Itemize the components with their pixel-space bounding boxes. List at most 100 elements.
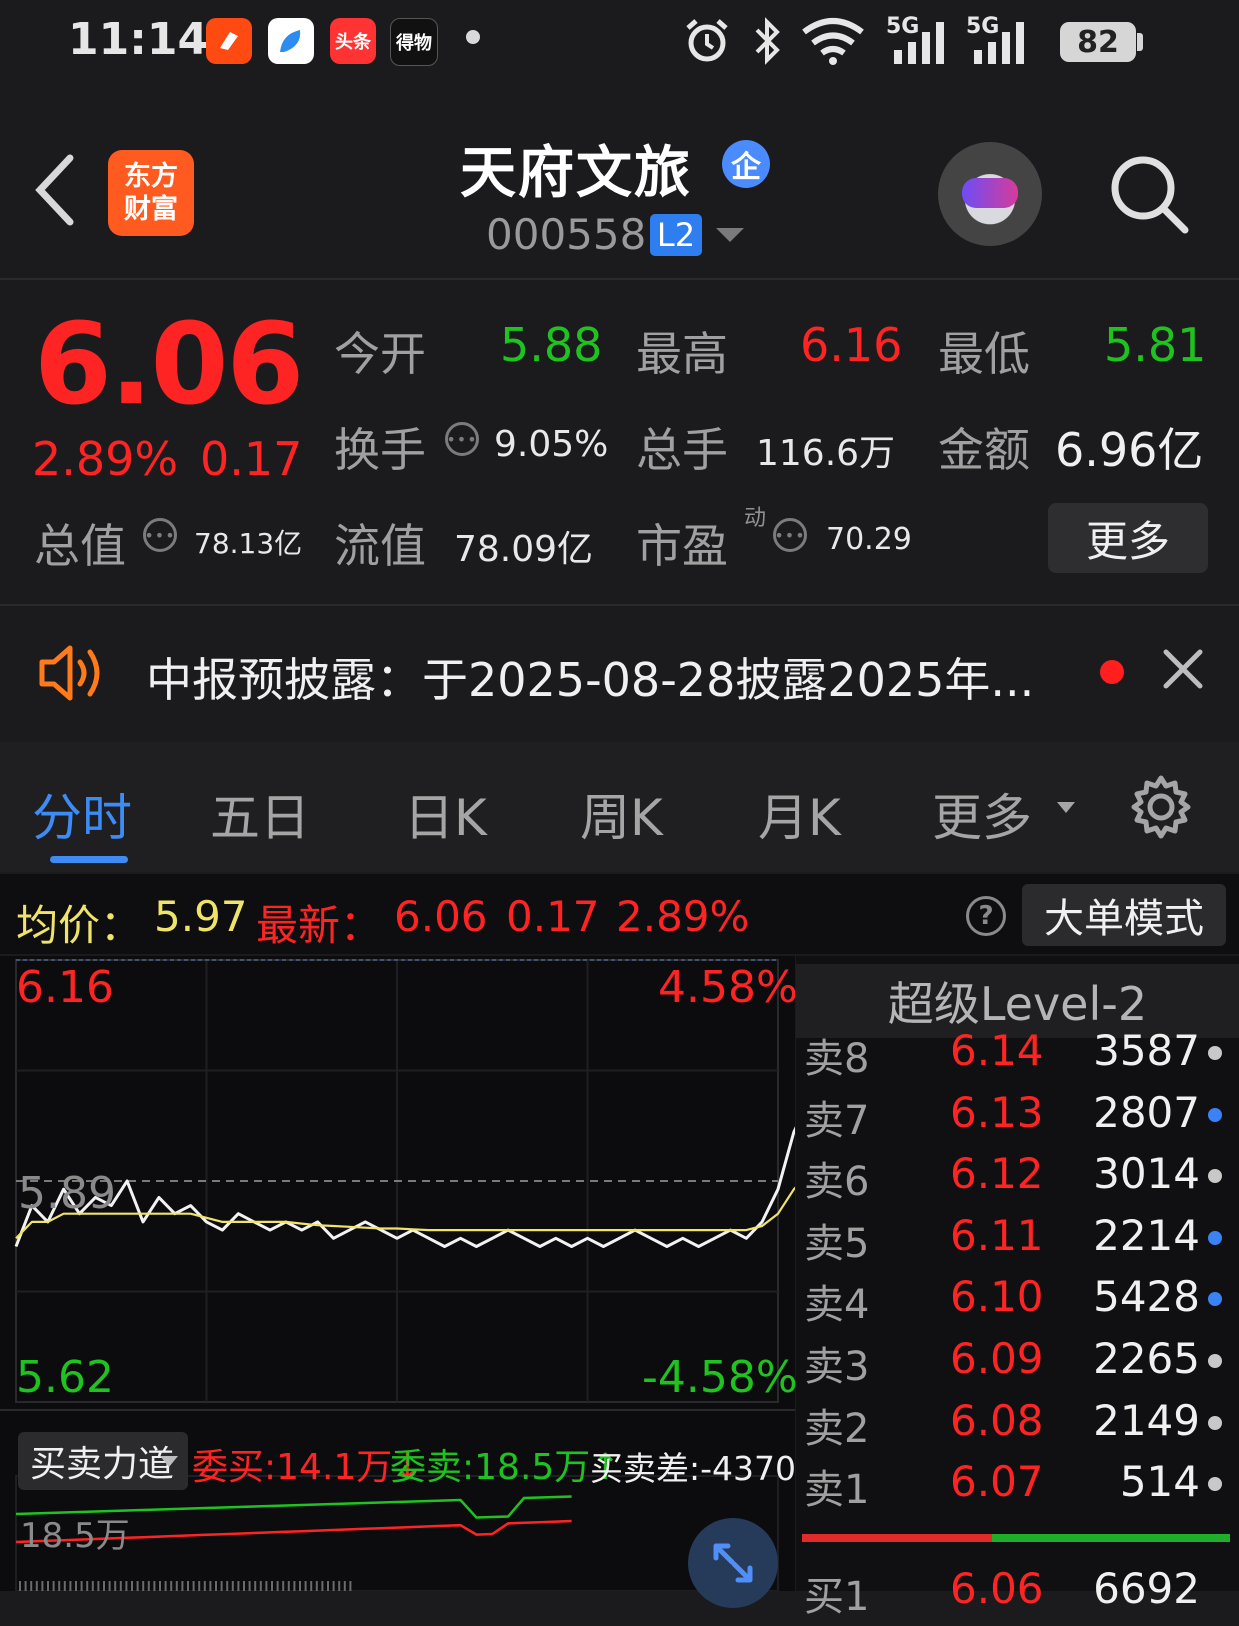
- stock-name[interactable]: 天府文旅: [460, 128, 692, 209]
- unread-dot-icon: [1100, 660, 1124, 684]
- latest-label: 最新：: [256, 901, 383, 950]
- ask-level-price: 6.08: [950, 1395, 1044, 1445]
- tab-monthly-k[interactable]: 月K: [758, 778, 841, 850]
- dewu-app-icon: 得物: [390, 18, 438, 66]
- y-axis-preclose-label: 5.89: [18, 1168, 116, 1219]
- order-book-ask-row[interactable]: 卖7 6.13 2807: [800, 1088, 1230, 1150]
- order-flag-dot-icon: [1208, 1169, 1222, 1184]
- order-book-ask-row[interactable]: 卖4 6.10 5428: [800, 1272, 1230, 1334]
- order-flag-dot-icon: [1208, 1354, 1222, 1368]
- tab-weekly-k[interactable]: 周K: [580, 778, 663, 850]
- volume-value: 116.6万: [756, 433, 896, 474]
- latest-percent: 2.89%: [616, 892, 750, 941]
- tab-intraday[interactable]: 分时: [32, 778, 132, 850]
- order-book-ask-row[interactable]: 卖8 6.14 3587: [800, 1026, 1230, 1088]
- brand-line-1: 东方: [124, 161, 178, 192]
- pe-label: 市盈: [636, 519, 728, 573]
- y-axis-high-label: 6.16: [16, 962, 114, 1013]
- ask-level-volume: 3587: [1093, 1026, 1200, 1075]
- tab-daily-k[interactable]: 日K: [404, 778, 487, 850]
- mini-chart-label: 18.5万: [20, 1516, 130, 1556]
- y-axis-high-pct-label: 4.58%: [658, 962, 798, 1013]
- ask-level-volume: 5428: [1093, 1272, 1200, 1322]
- bid-level-volume: 6692: [1093, 1564, 1200, 1613]
- force-select-label: 买卖力道: [30, 1444, 175, 1485]
- divider: [0, 278, 1239, 280]
- big-order-mode-button[interactable]: 大单模式: [1022, 884, 1226, 946]
- more-info-icon[interactable]: •••: [773, 518, 807, 552]
- y-axis-low-pct-label: -4.58%: [642, 1352, 798, 1403]
- order-book-ask-row[interactable]: 卖3 6.09 2265: [800, 1334, 1230, 1396]
- order-flag-dot-icon: [1208, 1477, 1222, 1492]
- battery-cap: [1137, 33, 1143, 51]
- signal-icon-1: [894, 22, 944, 64]
- search-icon[interactable]: [1105, 150, 1195, 240]
- order-book-ask-row[interactable]: 卖2 6.08 2149: [800, 1396, 1230, 1458]
- high-label: 最高: [636, 327, 728, 381]
- ask-level-label: 卖1: [804, 1467, 870, 1514]
- ask-level-label: 卖8: [804, 1036, 870, 1082]
- intraday-chart-svg[interactable]: B: [0, 956, 795, 1591]
- status-time: 11:14: [68, 14, 209, 65]
- ask-level-price: 6.07: [950, 1457, 1044, 1507]
- ask-level-price: 6.09: [950, 1334, 1044, 1383]
- more-button[interactable]: 更多: [1048, 503, 1208, 573]
- amount-label: 金额: [938, 423, 1030, 477]
- chevron-down-icon[interactable]: [716, 228, 744, 242]
- more-info-icon[interactable]: •••: [143, 518, 177, 552]
- chart-grid: [0, 959, 795, 1411]
- amount-value: 6.96亿: [1055, 423, 1204, 477]
- ask-level-volume: 514: [1119, 1457, 1200, 1507]
- turnover-label: 换手: [334, 423, 426, 477]
- chevron-down-icon: [160, 1456, 178, 1467]
- market-cap-value: 78.13亿: [194, 527, 303, 560]
- order-book-ask-row[interactable]: 卖5 6.11 2214: [800, 1211, 1230, 1273]
- order-flag-dot-icon: [1208, 1415, 1222, 1430]
- enterprise-badge-icon: 企: [722, 140, 770, 188]
- toutiao-app-icon: 头条: [330, 18, 376, 64]
- ask-level-price: 6.11: [950, 1210, 1044, 1260]
- help-icon[interactable]: ?: [966, 896, 1006, 936]
- y-axis-low-label: 5.62: [16, 1352, 114, 1403]
- announcement-text[interactable]: 中报预披露：于2025-08-28披露2025年...: [146, 644, 1034, 710]
- float-cap-label: 流值: [334, 519, 426, 573]
- order-book-ask-row[interactable]: 卖1 6.07 514: [800, 1457, 1230, 1519]
- pe-dynamic-tag: 动: [744, 506, 767, 531]
- close-icon[interactable]: [1160, 646, 1206, 692]
- stock-code[interactable]: 000558: [486, 210, 646, 259]
- tab-five-day[interactable]: 五日: [210, 778, 310, 850]
- chevron-down-icon: [1057, 802, 1075, 813]
- order-flag-dot-icon: [1208, 1046, 1222, 1060]
- order-flag-dot-icon: [1208, 1107, 1222, 1122]
- avatar-visor: [962, 178, 1018, 208]
- float-cap-value: 78.09亿: [454, 529, 594, 570]
- tab-more[interactable]: 更多: [932, 778, 1032, 850]
- expand-button[interactable]: [688, 1518, 778, 1608]
- latest-change: 0.17: [506, 892, 600, 941]
- gear-icon[interactable]: [1128, 774, 1194, 840]
- ask-level-volume: 2214: [1093, 1210, 1200, 1260]
- back-arrow-icon[interactable]: [30, 150, 80, 230]
- ask-level-label: 卖7: [804, 1097, 870, 1144]
- ask-level-label: 卖4: [804, 1282, 870, 1329]
- avg-price-label: 均价：: [16, 901, 143, 950]
- order-book-ask-row[interactable]: 卖6 6.12 3014: [800, 1149, 1230, 1211]
- latest-value: 6.06: [394, 892, 488, 941]
- brand-logo[interactable]: 东方 财富: [108, 150, 194, 236]
- change-percent: 2.89%: [32, 432, 179, 486]
- bluetooth-icon: [755, 17, 780, 65]
- ask-level-volume: 3014: [1093, 1149, 1200, 1199]
- open-value: 5.88: [500, 318, 603, 372]
- level2-badge: L2: [650, 214, 702, 256]
- turnover-value: 9.05%: [494, 424, 609, 465]
- pe-value: 70.29: [826, 522, 912, 557]
- ask-level-label: 卖3: [804, 1344, 870, 1390]
- volume-label: 总手: [636, 423, 728, 477]
- ask-strength-bar: [992, 1534, 1230, 1542]
- active-tab-indicator: [50, 856, 128, 863]
- ask-level-volume: 2149: [1093, 1395, 1200, 1445]
- order-book-bid-row[interactable]: 买1 6.06 6692: [800, 1564, 1230, 1626]
- more-info-icon[interactable]: •••: [445, 422, 479, 456]
- ask-level-price: 6.13: [950, 1087, 1044, 1137]
- brand-line-2: 财富: [124, 194, 178, 225]
